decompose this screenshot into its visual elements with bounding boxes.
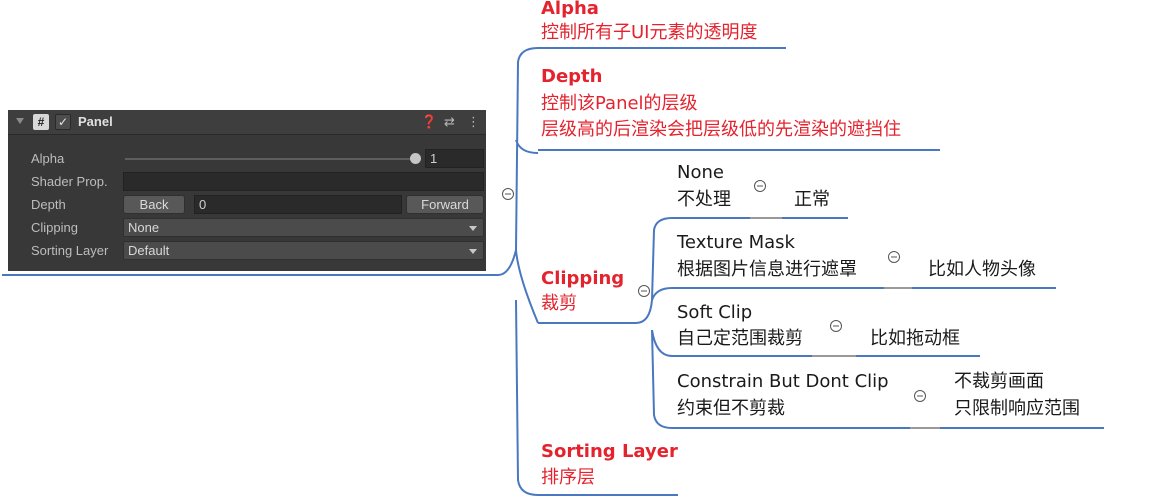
node-sorting-layer-desc: 排序层 — [541, 467, 595, 488]
depth-forward-button[interactable]: Forward — [406, 195, 484, 214]
inspector-panel: # ✓ Panel ❓ ⇄ ⋮ Alpha 1 Shader Prop. Dep… — [8, 110, 486, 271]
option-soft-name: Soft Clip — [677, 302, 753, 323]
depth-back-button[interactable]: Back — [123, 195, 185, 214]
branch-connector-main — [497, 47, 539, 496]
option-soft-note: 比如拖动框 — [870, 328, 960, 349]
chevron-down-icon — [469, 226, 477, 231]
sorting-layer-dropdown-value: Default — [128, 243, 170, 258]
depth-label: Depth — [31, 197, 66, 212]
option-constrain-desc: 约束但不剪裁 — [677, 398, 785, 419]
option-texture-desc: 根据图片信息进行遮罩 — [677, 259, 857, 280]
enabled-checkbox[interactable]: ✓ — [55, 114, 71, 130]
option-none-note: 正常 — [794, 189, 830, 210]
node-sorting-layer-title: Sorting Layer — [541, 441, 678, 462]
clipping-dropdown[interactable]: None — [123, 218, 484, 237]
node-clipping-title: Clipping — [541, 268, 625, 289]
option-none-desc: 不处理 — [677, 189, 731, 210]
option-texture-name: Texture Mask — [677, 232, 795, 253]
sorting-layer-dropdown[interactable]: Default — [123, 241, 484, 260]
clipping-label: Clipping — [31, 220, 78, 235]
clipping-children-connector — [635, 217, 673, 429]
option-none-name: None — [677, 162, 724, 183]
alpha-label: Alpha — [31, 151, 65, 166]
node-alpha-desc: 控制所有子UI元素的透明度 — [541, 22, 758, 43]
sorting-layer-label: Sorting Layer — [31, 243, 109, 258]
option-constrain-note1: 不裁剪画面 — [954, 371, 1044, 392]
shader-prop-field[interactable] — [123, 172, 484, 191]
shader-prop-label: Shader Prop. — [31, 174, 108, 189]
alpha-slider-track[interactable] — [125, 158, 417, 160]
component-title: Panel — [78, 114, 113, 129]
node-depth-title: Depth — [541, 66, 603, 87]
alpha-slider-handle[interactable] — [410, 153, 421, 164]
help-icon[interactable]: ❓ — [421, 114, 437, 130]
clipping-dropdown-value: None — [128, 220, 160, 235]
option-constrain-name: Constrain But Dont Clip — [677, 371, 889, 392]
more-icon[interactable]: ⋮ — [467, 114, 480, 130]
script-icon: # — [33, 114, 49, 130]
node-alpha-title: Alpha — [541, 0, 599, 19]
node-depth-desc2: 层级高的后渲染会把层级低的先渲染的遮挡住 — [541, 119, 901, 140]
fold-arrow-icon[interactable] — [16, 118, 24, 124]
panel-header: # ✓ Panel ❓ ⇄ ⋮ — [8, 110, 486, 135]
alpha-value-field[interactable]: 1 — [425, 149, 484, 168]
node-depth-desc1: 控制该Panel的层级 — [541, 93, 698, 114]
option-texture-note: 比如人物头像 — [928, 259, 1036, 280]
option-constrain-note2: 只限制响应范围 — [954, 398, 1080, 419]
chevron-down-icon — [469, 249, 477, 254]
option-soft-desc: 自己定范围裁剪 — [677, 328, 803, 349]
depth-value-field[interactable]: 0 — [194, 195, 402, 214]
node-clipping-desc: 裁剪 — [541, 293, 577, 314]
preset-icon[interactable]: ⇄ — [444, 114, 455, 130]
